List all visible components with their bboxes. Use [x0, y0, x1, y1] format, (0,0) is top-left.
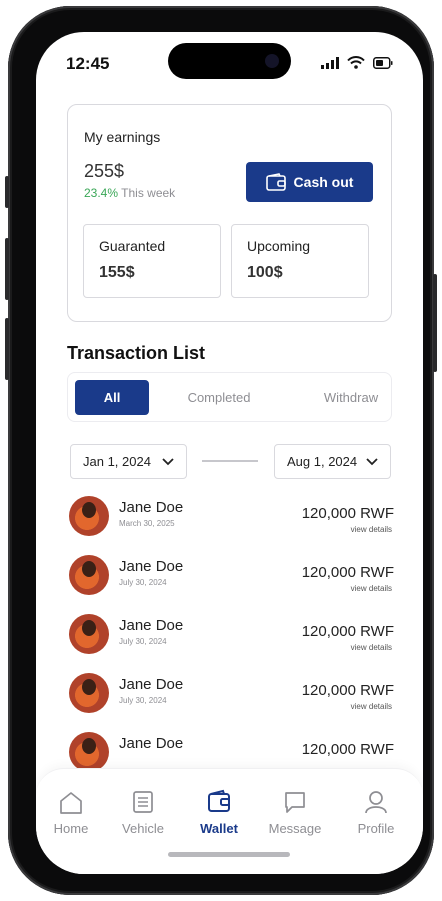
guaranteed-box: Guaranted 155$ — [83, 224, 221, 298]
date-to-value: Aug 1, 2024 — [287, 454, 358, 469]
camera-icon — [265, 54, 279, 68]
earnings-amount: 255$ — [84, 161, 125, 181]
nav-profile-label: Profile — [357, 821, 395, 836]
message-icon — [285, 792, 305, 813]
nav-message-label: Message — [268, 821, 322, 836]
date-from-select[interactable]: Jan 1, 2024 — [70, 444, 187, 479]
nav-home[interactable]: Home — [36, 789, 106, 836]
transaction-row: Jane Doe July 30, 2024 120,000 RWF view … — [67, 555, 394, 595]
tab-completed[interactable]: Completed — [178, 380, 260, 415]
growth-period: This week — [121, 186, 176, 200]
transaction-row: Jane Doe 120,000 RWF — [67, 732, 394, 772]
tab-withdraw[interactable]: Withdraw — [314, 380, 388, 415]
chevron-down-icon — [366, 457, 378, 465]
avatar — [69, 614, 109, 654]
tab-all[interactable]: All — [75, 380, 149, 415]
nav-home-label: Home — [53, 821, 89, 836]
status-time: 12:45 — [66, 54, 110, 73]
phone-frame: 12:45 My earnings 255$ 23.4% This week C… — [5, 6, 437, 895]
date-range-divider — [202, 460, 258, 462]
transaction-name: Jane Doe — [119, 558, 184, 575]
date-from-value: Jan 1, 2024 — [83, 454, 151, 469]
transaction-date: March 30, 2025 — [119, 519, 175, 528]
guaranteed-label: Guaranted — [99, 238, 166, 254]
transaction-date: July 30, 2024 — [119, 696, 167, 705]
mute-switch — [5, 176, 9, 208]
earnings-card: My earnings 255$ 23.4% This week Cash ou… — [67, 104, 392, 322]
power-button — [433, 274, 437, 372]
view-details-link[interactable]: view details — [351, 643, 392, 652]
transaction-tabs: All Completed Withdraw — [67, 372, 392, 422]
volume-down-button — [5, 318, 9, 380]
signal-icon — [321, 56, 339, 69]
home-icon — [60, 792, 82, 814]
wallet-icon — [265, 173, 286, 191]
transaction-amount: 120,000 RWF — [301, 682, 394, 699]
upcoming-label: Upcoming — [247, 238, 311, 254]
nav-profile[interactable]: Profile — [341, 789, 411, 836]
status-icons — [321, 56, 393, 69]
app-screen: 12:45 My earnings 255$ 23.4% This week C… — [36, 32, 423, 874]
upcoming-value: 100$ — [247, 264, 283, 281]
battery-icon — [373, 56, 393, 69]
volume-up-button — [5, 238, 9, 300]
transaction-row: Jane Doe July 30, 2024 120,000 RWF view … — [67, 614, 394, 654]
document-icon — [133, 791, 153, 813]
wallet-icon — [208, 789, 230, 812]
transaction-name: Jane Doe — [119, 676, 184, 693]
transaction-list-title: Transaction List — [67, 343, 206, 363]
avatar — [69, 732, 109, 772]
transaction-date: July 30, 2024 — [119, 637, 167, 646]
date-to-select[interactable]: Aug 1, 2024 — [274, 444, 391, 479]
nav-message[interactable]: Message — [260, 789, 330, 836]
transaction-name: Jane Doe — [119, 499, 184, 516]
view-details-link[interactable]: view details — [351, 525, 392, 534]
profile-icon — [365, 791, 387, 814]
transaction-amount: 120,000 RWF — [301, 741, 394, 758]
growth-percent: 23.4% — [84, 186, 119, 200]
chevron-down-icon — [162, 457, 174, 465]
transaction-date: July 30, 2024 — [119, 578, 167, 587]
upcoming-box: Upcoming 100$ — [231, 224, 369, 298]
avatar — [69, 496, 109, 536]
nav-wallet-label: Wallet — [200, 821, 238, 836]
guaranteed-value: 155$ — [99, 264, 135, 281]
wifi-icon — [347, 56, 365, 69]
transaction-name: Jane Doe — [119, 735, 184, 752]
earnings-growth: 23.4% This week — [84, 186, 175, 200]
transaction-amount: 120,000 RWF — [301, 564, 394, 581]
bottom-nav: Home Vehicle Wallet Message Profile — [36, 768, 423, 874]
transaction-amount: 120,000 RWF — [301, 505, 394, 522]
transaction-row: Jane Doe March 30, 2025 120,000 RWF view… — [67, 496, 394, 536]
dynamic-island — [168, 43, 291, 79]
nav-wallet[interactable]: Wallet — [184, 789, 254, 836]
nav-vehicle-label: Vehicle — [122, 821, 164, 836]
transaction-amount: 120,000 RWF — [301, 623, 394, 640]
view-details-link[interactable]: view details — [351, 702, 392, 711]
cash-out-label: Cash out — [293, 174, 354, 190]
earnings-label: My earnings — [84, 129, 161, 145]
nav-vehicle[interactable]: Vehicle — [108, 789, 178, 836]
view-details-link[interactable]: view details — [351, 584, 392, 593]
avatar — [69, 673, 109, 713]
avatar — [69, 555, 109, 595]
cash-out-button[interactable]: Cash out — [246, 162, 373, 202]
home-indicator — [168, 852, 290, 857]
transaction-row: Jane Doe July 30, 2024 120,000 RWF view … — [67, 673, 394, 713]
transaction-name: Jane Doe — [119, 617, 184, 634]
